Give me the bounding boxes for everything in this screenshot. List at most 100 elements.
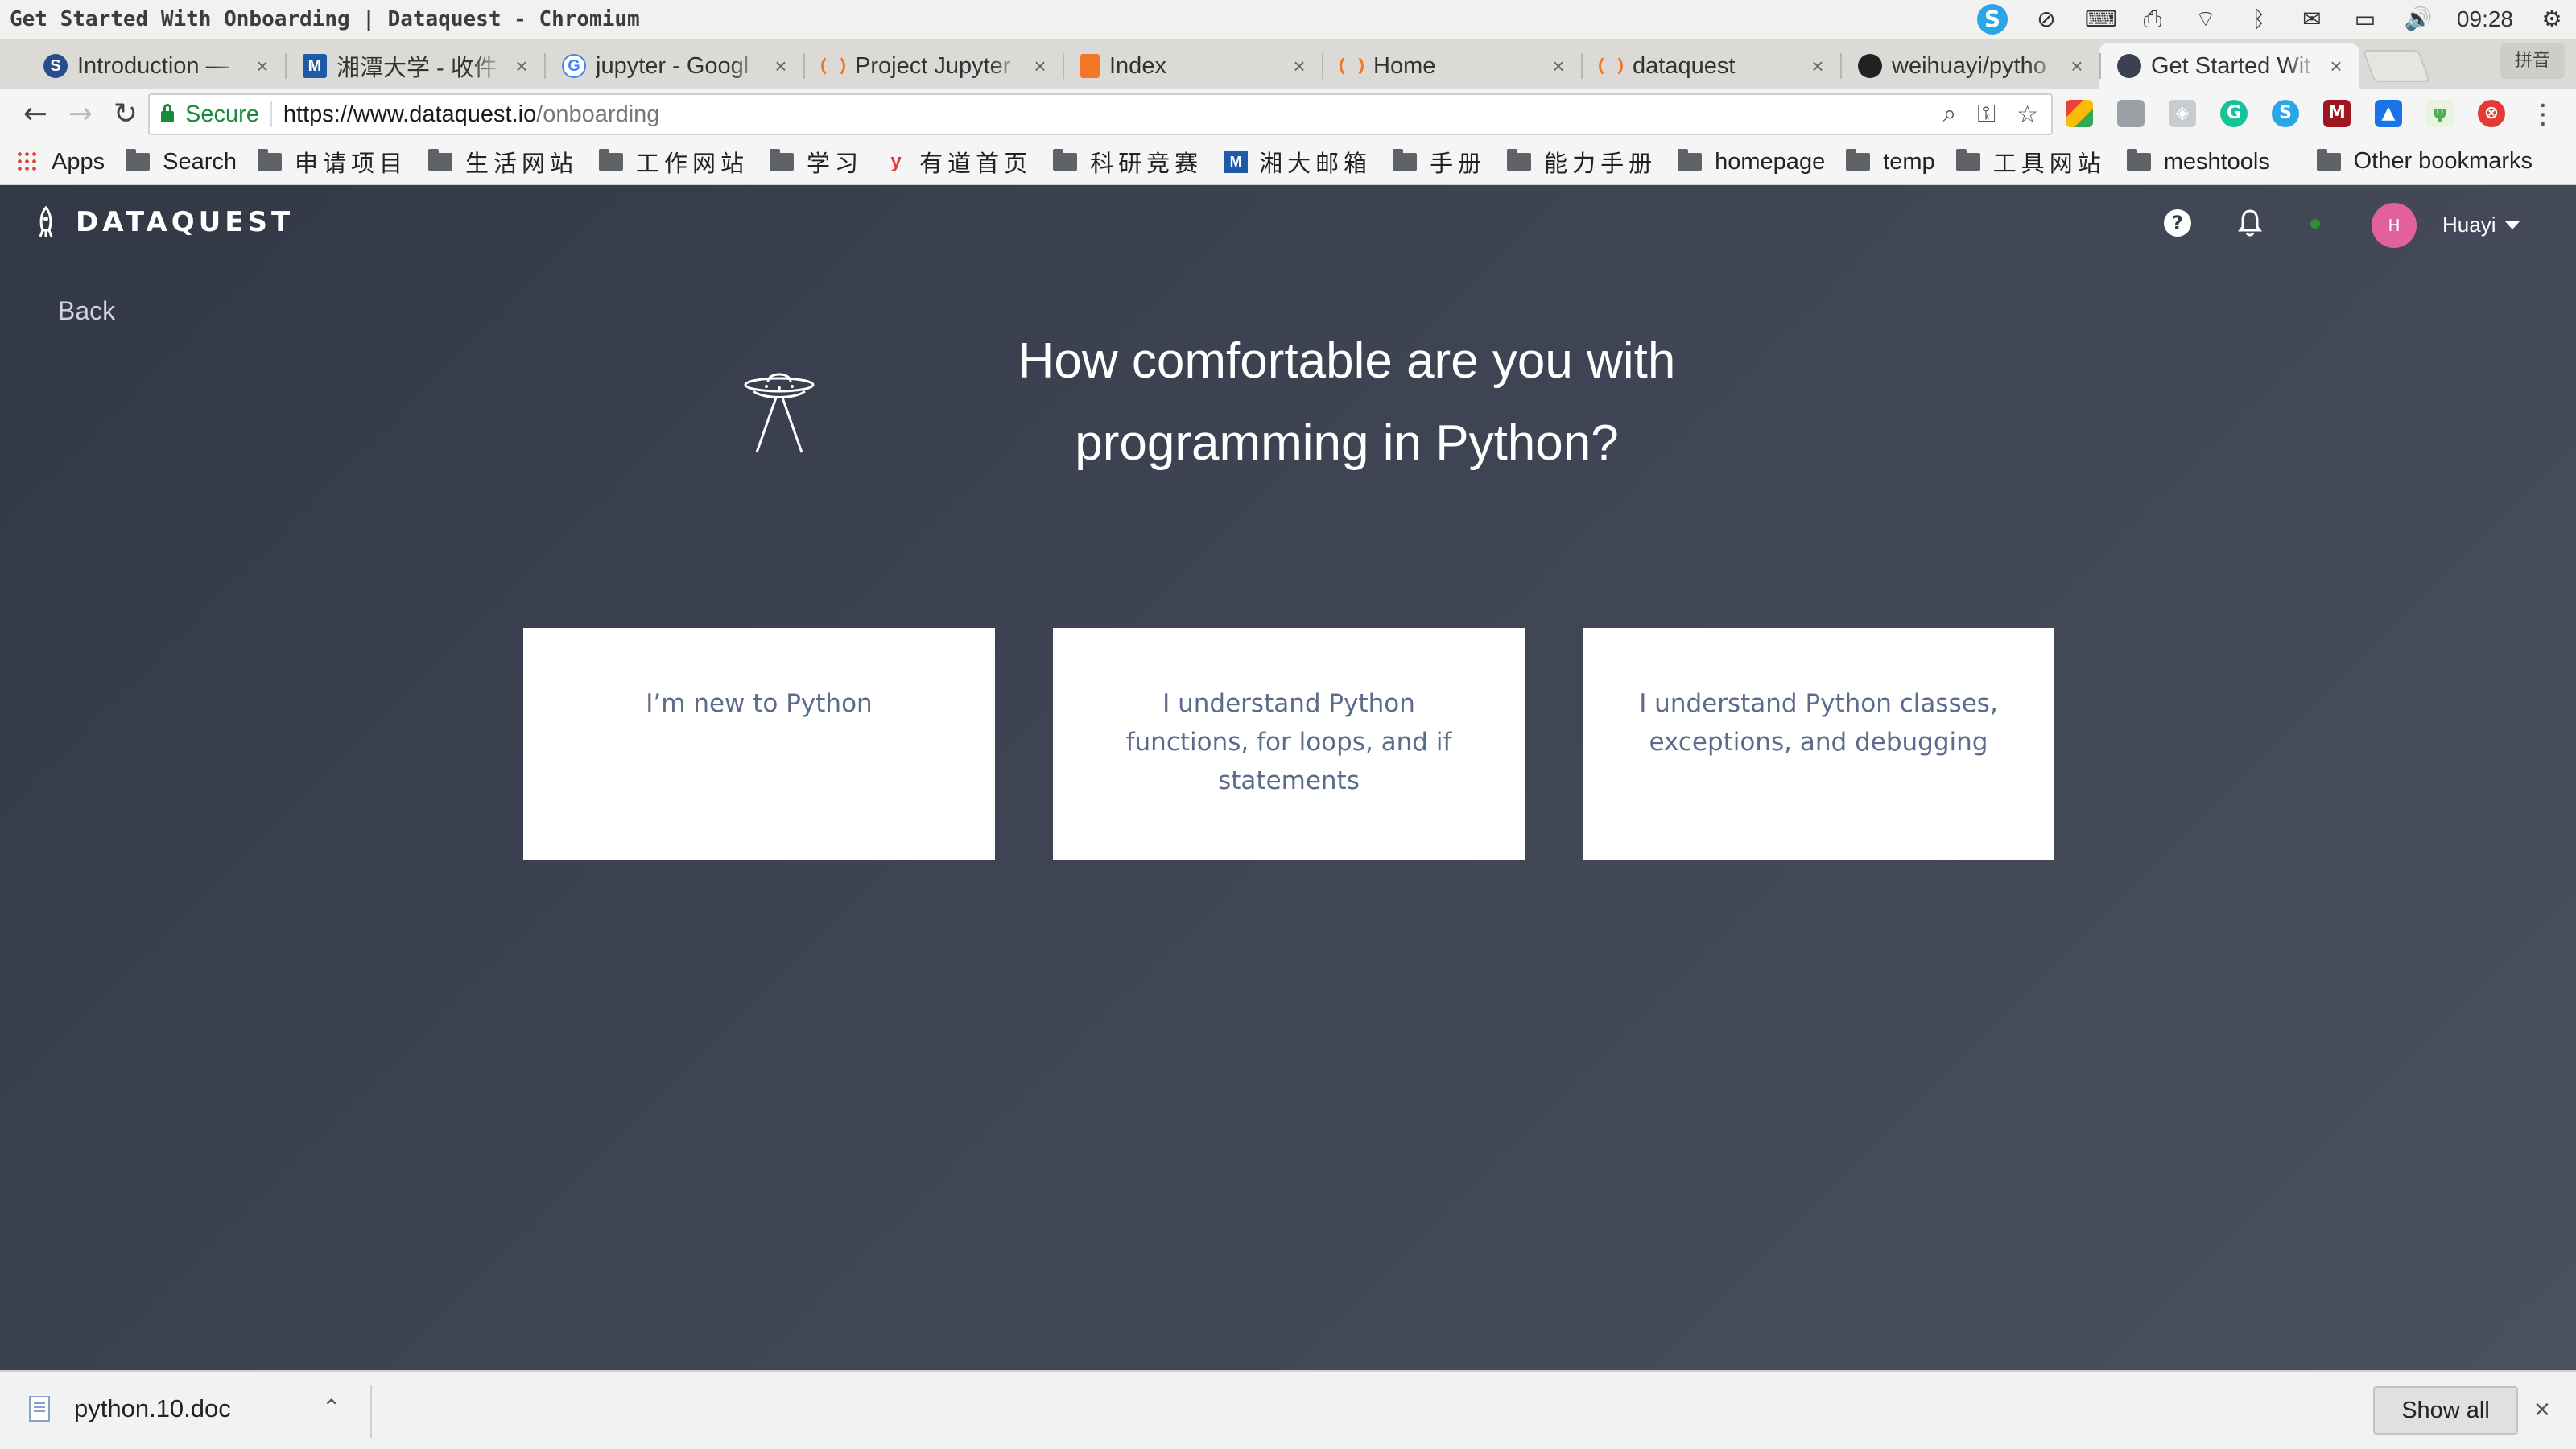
skype-extension-icon[interactable]: S bbox=[2272, 100, 2299, 127]
tab-close-icon[interactable]: × bbox=[512, 54, 531, 79]
clock[interactable]: 09:28 bbox=[2457, 6, 2513, 32]
tab-close-icon[interactable]: × bbox=[771, 54, 791, 79]
bookmark-star-icon[interactable]: ☆ bbox=[2017, 101, 2038, 129]
bookmark-folder[interactable]: 能力手册 bbox=[1507, 145, 1657, 179]
other-bookmarks[interactable]: Other bookmarks bbox=[2316, 148, 2533, 175]
tab-close-icon[interactable]: × bbox=[1808, 54, 1827, 79]
shield-extension-icon[interactable]: ◈ bbox=[2169, 100, 2196, 127]
tab-close-icon[interactable]: × bbox=[2326, 54, 2346, 79]
bookmark-folder[interactable]: 科研竞赛 bbox=[1053, 145, 1203, 179]
browser-tab-active[interactable]: Get Started Wit × bbox=[2099, 43, 2359, 89]
tab-close-icon[interactable]: × bbox=[1290, 54, 1309, 79]
tab-title: Introduction — bbox=[77, 52, 229, 79]
graduation-extension-icon[interactable]: ▲ bbox=[2375, 100, 2402, 127]
user-menu[interactable]: Huayi bbox=[2442, 213, 2520, 237]
browser-tab[interactable]: Home × bbox=[1322, 43, 1581, 89]
browser-tab[interactable]: dataquest × bbox=[1581, 43, 1840, 89]
browser-tab[interactable]: S Introduction — × bbox=[26, 43, 285, 89]
browser-toolbar: ← → ↻ Secure https://www.dataquest.io/on… bbox=[0, 89, 2576, 140]
bookmark-folder[interactable]: temp bbox=[1846, 148, 1935, 175]
back-arrow-icon[interactable]: ← bbox=[13, 95, 58, 134]
browser-tab[interactable]: M 湘潭大学 - 收件 × bbox=[285, 43, 544, 89]
brand-name: DATAQUEST bbox=[76, 206, 295, 238]
bookmark-label: Search bbox=[163, 148, 237, 175]
rocket-icon bbox=[39, 206, 53, 237]
tab-close-icon[interactable]: × bbox=[253, 54, 272, 79]
bookmark-folder[interactable]: 工作网站 bbox=[599, 145, 749, 179]
bookmark-folder[interactable]: 生活网站 bbox=[428, 145, 578, 179]
download-item[interactable]: python.10.doc bbox=[29, 1394, 231, 1423]
ufo-icon bbox=[744, 373, 815, 453]
close-icon[interactable]: × bbox=[2534, 1394, 2550, 1426]
tab-favicon-icon: S bbox=[43, 54, 68, 78]
key-icon[interactable]: ⚿ bbox=[1977, 101, 1996, 129]
browser-menu-icon[interactable]: ⋮ bbox=[2529, 98, 2557, 130]
question-line: programming in Python? bbox=[1075, 415, 1619, 471]
mendeley-extension-icon[interactable]: M bbox=[2323, 100, 2351, 127]
plant-extension-icon[interactable]: ψ bbox=[2426, 100, 2454, 127]
browser-tab[interactable]: Project Jupyter × bbox=[803, 43, 1063, 89]
bookmark-label: 申请项目 bbox=[295, 150, 408, 177]
bookmark-folder[interactable]: 申请项目 bbox=[258, 145, 407, 179]
bookmark-link[interactable]: M 湘大邮箱 bbox=[1224, 145, 1372, 179]
browser-tab[interactable]: weihuayi/pytho × bbox=[1840, 43, 2099, 89]
bookmark-folder[interactable]: 学习 bbox=[770, 145, 863, 179]
url-path: /onboarding bbox=[536, 101, 660, 127]
bookmarks-bar: Apps Search 申请项目 生活网站 工作网站 学习 y 有道首页 科研竞赛… bbox=[0, 140, 2576, 185]
dataquest-logo[interactable]: DATAQUEST bbox=[35, 206, 294, 238]
folder-icon bbox=[599, 149, 624, 171]
input-method-indicator[interactable]: 拼音 bbox=[2500, 43, 2565, 79]
battery-tray-icon[interactable]: ▭ bbox=[2351, 6, 2380, 32]
keyboard-tray-icon[interactable]: ⌨ bbox=[2085, 6, 2117, 32]
folder-icon bbox=[1678, 149, 1703, 171]
zoom-icon[interactable]: ⌕ bbox=[1942, 101, 1956, 129]
tab-close-icon[interactable]: × bbox=[1549, 54, 1568, 79]
volume-tray-icon[interactable]: 🔊 bbox=[2404, 6, 2433, 32]
skype-tray-icon[interactable]: S bbox=[1976, 4, 2008, 35]
reload-icon[interactable]: ↻ bbox=[103, 95, 148, 134]
help-icon[interactable]: ? bbox=[2164, 209, 2191, 237]
extensions-row: ◈ G S M ▲ ψ ⊗ bbox=[2066, 100, 2505, 127]
browser-tab[interactable]: G jupyter - Googl × bbox=[544, 43, 803, 89]
settings-gear-icon[interactable]: ⚙ bbox=[2537, 6, 2566, 32]
address-bar[interactable]: Secure https://www.dataquest.io/onboardi… bbox=[148, 93, 2053, 135]
back-link[interactable]: Back bbox=[58, 296, 115, 326]
forward-arrow-icon[interactable]: → bbox=[58, 95, 103, 134]
show-all-button[interactable]: Show all bbox=[2373, 1386, 2518, 1435]
tab-close-icon[interactable]: × bbox=[2067, 54, 2087, 79]
option-card-intermediate[interactable]: I understand Python functions, for loops… bbox=[1053, 628, 1525, 860]
bell-icon[interactable] bbox=[2238, 208, 2262, 237]
book-favicon-icon bbox=[1080, 54, 1100, 78]
bookmark-folder[interactable]: 手册 bbox=[1393, 145, 1486, 179]
bookmark-label: temp bbox=[1883, 148, 1935, 175]
browser-tab[interactable]: Index × bbox=[1063, 43, 1322, 89]
secure-indicator[interactable]: Secure bbox=[150, 101, 259, 128]
tab-title: Index bbox=[1109, 52, 1166, 79]
new-tab-button[interactable] bbox=[2362, 50, 2431, 82]
grammarly-extension-icon[interactable]: G bbox=[2220, 100, 2248, 127]
tab-close-icon[interactable]: × bbox=[1030, 54, 1050, 79]
bookmark-folder[interactable]: 工具网站 bbox=[1955, 145, 2106, 179]
chrome-extension-icon[interactable] bbox=[2066, 100, 2093, 127]
folder-icon bbox=[126, 149, 151, 171]
apps-grid-icon bbox=[16, 151, 39, 173]
chevron-up-icon[interactable]: ⌃ bbox=[322, 1394, 341, 1421]
bookmark-folder[interactable]: meshtools bbox=[2126, 148, 2270, 175]
bookmark-apps[interactable]: Apps bbox=[16, 149, 105, 175]
wifi-tray-icon[interactable]: ⌔ bbox=[2191, 6, 2220, 32]
experience-options: I’m new to Python I understand Python fu… bbox=[523, 628, 2054, 860]
bookmark-link[interactable]: y 有道首页 bbox=[884, 145, 1032, 179]
window-extension-icon[interactable] bbox=[2117, 100, 2145, 127]
option-card-advanced[interactable]: I understand Python classes, exceptions,… bbox=[1583, 628, 2054, 860]
bookmark-label: meshtools bbox=[2163, 148, 2270, 175]
sync-tray-icon[interactable]: ⊘ bbox=[2032, 6, 2061, 32]
mail-tray-icon[interactable]: ✉ bbox=[2297, 6, 2326, 32]
avatar[interactable]: H bbox=[2372, 203, 2417, 248]
lock-icon bbox=[161, 104, 174, 122]
printer-tray-icon[interactable]: ⎙ bbox=[2138, 6, 2167, 32]
bookmark-folder[interactable]: Search bbox=[126, 149, 237, 175]
option-card-new[interactable]: I’m new to Python bbox=[523, 628, 995, 860]
block-extension-icon[interactable]: ⊗ bbox=[2478, 100, 2505, 127]
bluetooth-tray-icon[interactable]: ᛒ bbox=[2244, 6, 2273, 32]
bookmark-folder[interactable]: homepage bbox=[1678, 149, 1825, 175]
